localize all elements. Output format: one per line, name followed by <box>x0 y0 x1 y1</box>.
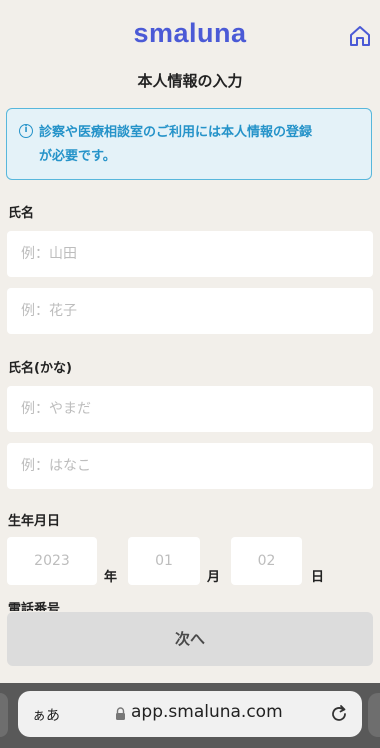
birth-month-input[interactable]: 01 <box>128 537 200 585</box>
last-kana-input[interactable]: 例：やまだ <box>7 386 373 432</box>
prev-tab-edge[interactable] <box>0 693 8 737</box>
name-label: 氏名 <box>8 206 35 221</box>
home-icon <box>350 26 370 46</box>
app-header: smaluna <box>0 0 380 64</box>
notice-text: 診察や医療相談室のご利用には本人情報の登録 が必要です。 <box>39 121 359 169</box>
next-tab-edge[interactable] <box>368 693 380 737</box>
first-kana-input[interactable]: 例：はなこ <box>7 443 373 489</box>
home-button[interactable] <box>348 24 372 48</box>
birth-year-input[interactable]: 2023 <box>7 537 97 585</box>
next-button[interactable]: 次へ <box>7 612 373 666</box>
page-title: 本人情報の入力 <box>137 72 243 90</box>
app-logo: smaluna <box>133 18 247 48</box>
last-name-input[interactable]: 例：山田 <box>7 231 373 277</box>
year-unit: 年 <box>104 570 118 585</box>
birth-day-input[interactable]: 02 <box>231 537 302 585</box>
birthdate-label: 生年月日 <box>8 514 61 529</box>
notice-line-2: が必要です。 <box>39 149 116 164</box>
browser-toolbar: ぁあ app.smaluna.com <box>0 683 380 748</box>
day-unit: 日 <box>311 570 325 585</box>
text-size-button[interactable]: ぁあ <box>32 705 60 725</box>
reload-icon[interactable] <box>328 703 350 725</box>
notice-line-1: 診察や医療相談室のご利用には本人情報の登録 <box>39 125 313 140</box>
month-unit: 月 <box>207 570 221 585</box>
address-bar[interactable]: ぁあ app.smaluna.com <box>18 691 362 737</box>
url-text: app.smaluna.com <box>131 702 283 722</box>
lock-icon <box>116 707 125 720</box>
first-name-input[interactable]: 例：花子 <box>7 288 373 334</box>
info-icon: i <box>19 124 33 138</box>
notice-box: i 診察や医療相談室のご利用には本人情報の登録 が必要です。 <box>6 108 372 180</box>
phone-label: 電話番号 <box>8 602 61 611</box>
kana-label: 氏名(かな) <box>8 361 72 376</box>
